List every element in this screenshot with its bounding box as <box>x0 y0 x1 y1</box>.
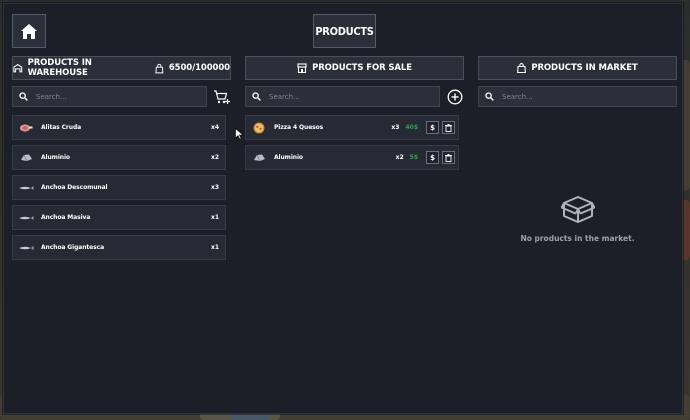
item-qty: x1 <box>210 214 219 221</box>
delete-button[interactable] <box>442 151 455 164</box>
dollar-icon: $ <box>430 123 435 132</box>
market-header: PRODUCTS IN MARKET <box>478 56 677 80</box>
search-placeholder: Search... <box>502 92 533 101</box>
item-qty: x1 <box>210 244 219 251</box>
store-icon <box>297 63 307 73</box>
empty-box-icon <box>560 196 595 223</box>
cart-add-icon <box>214 89 230 104</box>
market-empty-state: No products in the market. <box>478 194 677 243</box>
bag-icon <box>517 63 527 73</box>
set-price-button[interactable]: $ <box>426 121 439 134</box>
fish-icon <box>17 245 35 251</box>
item-name: Aluminio <box>41 154 70 161</box>
pizza-icon <box>250 122 268 134</box>
sale-title: PRODUCTS FOR SALE <box>312 63 412 73</box>
item-name: Anchoa Masiva <box>41 214 91 221</box>
sale-item[interactable]: Aluminio x2 5$ $ <box>245 145 459 170</box>
fish-icon <box>17 215 35 221</box>
warehouse-search-input[interactable]: Search... <box>12 86 207 107</box>
market-search-input[interactable]: Search... <box>478 86 677 107</box>
products-panel: PRODUCTS PRODUCTS IN WAREHOUSE 6500/1000… <box>3 3 683 414</box>
item-price: 40$ <box>405 124 418 131</box>
item-name: Aluminio <box>274 154 303 161</box>
dollar-icon: $ <box>430 153 435 162</box>
item-name: Anchoa Descomunal <box>41 184 108 191</box>
search-placeholder: Search... <box>269 92 300 101</box>
search-placeholder: Search... <box>36 92 67 101</box>
warehouse-item[interactable]: Alitas Cruda x4 <box>12 115 226 140</box>
page-title: PRODUCTS <box>313 14 376 48</box>
item-price: 5$ <box>409 154 418 161</box>
search-icon <box>485 92 494 101</box>
set-price-button[interactable]: $ <box>426 151 439 164</box>
item-name: Alitas Cruda <box>41 124 82 131</box>
meat-icon <box>17 123 35 133</box>
sale-search-input[interactable]: Search... <box>245 86 440 107</box>
search-icon <box>19 92 28 101</box>
fish-icon <box>17 185 35 191</box>
plus-circle-icon <box>447 89 462 104</box>
warehouse-item[interactable]: Anchoa Descomunal x3 <box>12 175 226 200</box>
aluminium-icon <box>17 153 35 162</box>
sale-header: PRODUCTS FOR SALE <box>245 56 464 80</box>
warehouse-item[interactable]: Aluminio x2 <box>12 145 226 170</box>
item-name: Anchoa Gigantesca <box>41 244 105 251</box>
item-qty: x3 <box>391 124 400 131</box>
item-name: Pizza 4 Quesos <box>274 124 324 131</box>
trash-icon <box>445 123 452 132</box>
add-product-button[interactable] <box>444 86 465 107</box>
warehouse-capacity: 6500/100000 <box>168 63 230 73</box>
mouse-cursor-icon <box>235 128 244 140</box>
search-icon <box>252 92 261 101</box>
item-qty: x2 <box>395 154 404 161</box>
warehouse-item[interactable]: Anchoa Gigantesca x1 <box>12 235 226 260</box>
item-qty: x4 <box>210 124 219 131</box>
bag-icon <box>155 63 164 73</box>
warehouse-header: PRODUCTS IN WAREHOUSE 6500/100000 <box>12 56 231 80</box>
market-title: PRODUCTS IN MARKET <box>531 63 638 73</box>
empty-message: No products in the market. <box>520 234 635 243</box>
warehouse-title: PRODUCTS IN WAREHOUSE <box>27 58 92 78</box>
delete-button[interactable] <box>442 121 455 134</box>
warehouse-item[interactable]: Anchoa Masiva x1 <box>12 205 226 230</box>
warehouse-icon <box>13 63 23 73</box>
aluminium-icon <box>250 153 268 162</box>
home-button[interactable] <box>12 14 46 48</box>
item-qty: x2 <box>210 154 219 161</box>
sale-item[interactable]: Pizza 4 Quesos x3 40$ $ <box>245 115 459 140</box>
item-qty: x3 <box>210 184 219 191</box>
add-to-cart-button[interactable] <box>211 86 232 107</box>
home-icon <box>21 23 37 39</box>
trash-icon <box>445 153 452 162</box>
